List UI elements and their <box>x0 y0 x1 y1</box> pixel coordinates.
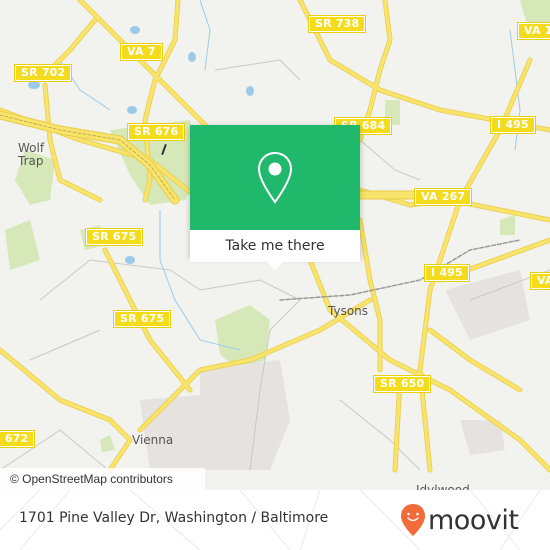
road-shield-sr-650: SR 650 <box>372 375 432 393</box>
road-shield-sr-672: SR 672 <box>0 430 36 448</box>
moovit-pin-icon <box>401 504 425 536</box>
map-attribution[interactable]: © OpenStreetMap contributors <box>0 468 205 490</box>
destination-popup[interactable]: Take me there <box>190 125 360 270</box>
road-shield-va-7: VA 7 <box>530 272 550 290</box>
moovit-wordmark: moovit <box>428 504 519 536</box>
road-shield-i-495: I 495 <box>490 116 536 134</box>
place-label-vienna: Vienna <box>132 433 174 447</box>
road-shield-i-495: I 495 <box>424 264 470 282</box>
road-shield-sr-676: SR 676 <box>126 123 186 141</box>
place-label-tysons: Tysons <box>328 304 369 318</box>
popup-header <box>190 125 360 230</box>
road-shield-sr-738: SR 738 <box>307 15 367 33</box>
take-me-there-button[interactable]: Take me there <box>190 230 360 262</box>
road-shield-va-7: VA 7 <box>120 43 163 61</box>
road-shield-va-193: VA 193 <box>516 22 550 40</box>
road-shield-sr-675: SR 675 <box>84 228 144 246</box>
footer-bar: 1701 Pine Valley Dr, Washington / Baltim… <box>0 490 550 550</box>
popup-tail <box>267 262 283 270</box>
road-shield-sr-702: SR 702 <box>13 64 73 82</box>
address-label: 1701 Pine Valley Dr, Washington / Baltim… <box>19 510 329 526</box>
map-pin-icon <box>257 151 293 204</box>
place-label-wolf-trap: Wolf Trap <box>18 141 45 168</box>
road-shield-sr-675: SR 675 <box>112 310 172 328</box>
moovit-logo[interactable]: moovit <box>400 503 519 537</box>
road-shield-va-267: VA 267 <box>413 188 473 206</box>
